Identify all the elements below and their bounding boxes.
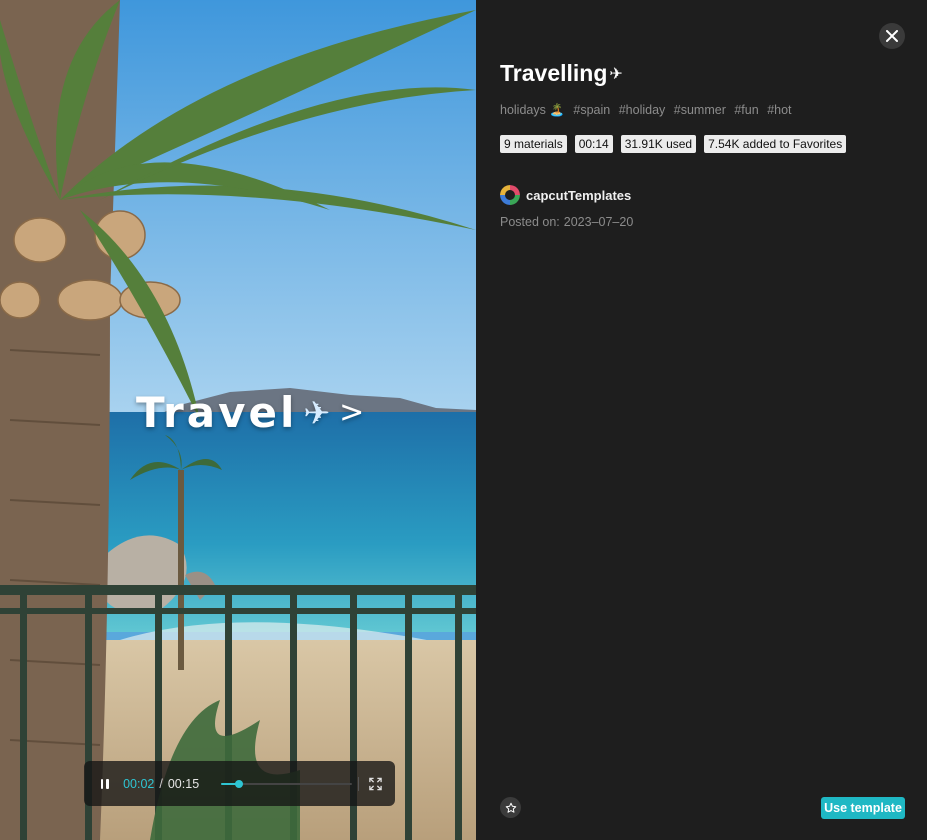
hashtag[interactable]: #fun	[734, 103, 758, 117]
hashtag[interactable]: #spain	[573, 103, 610, 117]
total-time: 00:15	[167, 776, 200, 791]
video-player-controls: 00:02 / 00:15	[84, 761, 395, 806]
hashtag[interactable]: #summer	[674, 103, 726, 117]
duration-badge: 00:14	[574, 135, 613, 153]
overlay-arrow: >	[339, 395, 368, 430]
use-template-button[interactable]: Use template	[821, 797, 905, 819]
video-overlay-caption: Travel ✈ >	[136, 388, 367, 437]
video-preview[interactable]: Travel ✈ > 00:02 / 00:15	[0, 0, 476, 840]
posted-date: Posted on: 2023–07–20	[500, 215, 633, 229]
template-title-text: Travelling	[500, 60, 608, 86]
overlay-caption-text: Travel	[136, 388, 298, 437]
template-title: Travelling ✈	[500, 60, 623, 87]
usage-count-badge: 31.91K used	[620, 135, 697, 153]
hashtag-list: holidays 🏝️ #spain #holiday #summer #fun…	[500, 103, 797, 118]
time-separator: /	[159, 776, 163, 791]
posted-date-value: 2023–07–20	[563, 215, 634, 229]
progress-knob[interactable]	[234, 779, 243, 788]
controls-divider	[358, 776, 360, 791]
template-details-panel: Travelling ✈ holidays 🏝️ #spain #holiday…	[476, 0, 927, 840]
pause-icon[interactable]	[98, 777, 111, 791]
close-icon	[886, 30, 898, 42]
progress-slider[interactable]	[221, 777, 353, 791]
star-icon	[505, 802, 516, 813]
author-link[interactable]: capcutTemplates	[500, 185, 631, 205]
materials-count-badge: 9 materials	[500, 135, 567, 153]
close-button[interactable]	[879, 23, 905, 49]
airplane-icon: ✈	[303, 393, 334, 432]
airplane-icon: ✈	[609, 65, 623, 83]
hashtag[interactable]: #holiday	[619, 103, 666, 117]
favorite-button[interactable]	[500, 797, 521, 818]
fullscreen-icon[interactable]	[368, 776, 383, 792]
template-stats: 9 materials 00:14 31.91K used 7.54K adde…	[500, 135, 847, 153]
avatar	[500, 185, 520, 205]
current-time: 00:02	[123, 776, 155, 791]
hashtag[interactable]: #hot	[767, 103, 791, 117]
hashtag[interactable]: holidays 🏝️	[500, 103, 565, 117]
favorites-count-badge: 7.54K added to Favorites	[704, 135, 847, 153]
author-name: capcutTemplates	[526, 187, 632, 203]
posted-label: Posted on:	[500, 215, 560, 229]
